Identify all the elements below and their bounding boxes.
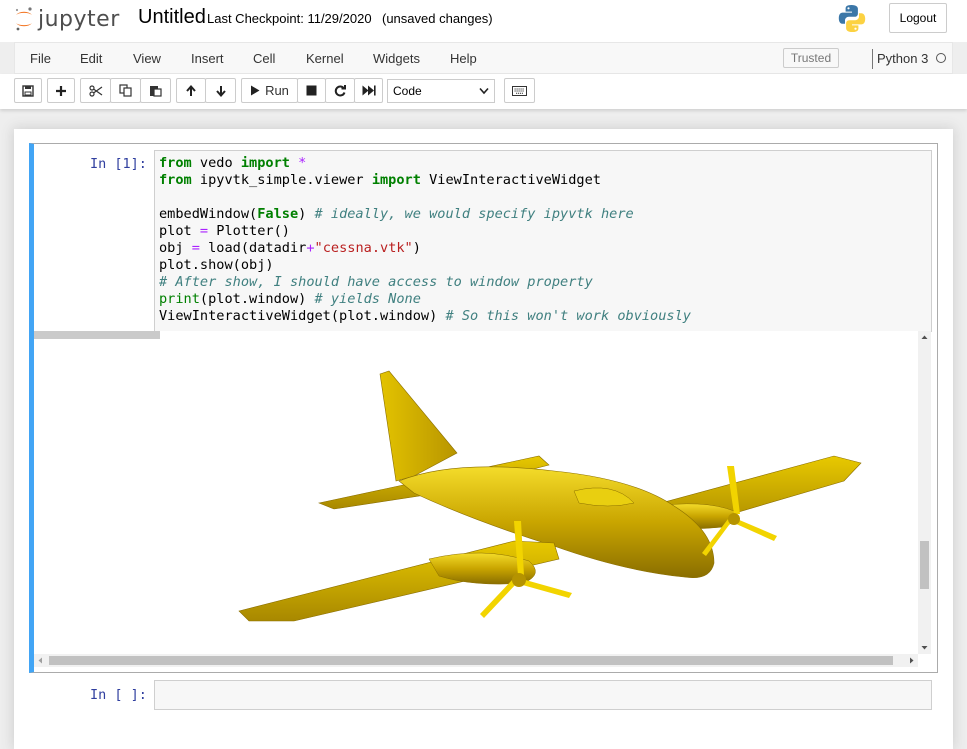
paste-button[interactable] <box>140 78 171 103</box>
insert-cell-button[interactable] <box>47 78 75 103</box>
vertical-scroll-thumb[interactable] <box>920 541 929 589</box>
run-label: Run <box>265 83 289 98</box>
plus-icon <box>56 85 66 96</box>
keyboard-icon <box>512 85 527 96</box>
checkpoint-status: Last Checkpoint: 11/29/2020 <box>207 11 372 26</box>
toolbar: Run Code <box>0 74 967 109</box>
menu-cell[interactable]: Cell <box>253 51 275 66</box>
cut-icon <box>88 84 102 97</box>
menu-kernel[interactable]: Kernel <box>306 51 344 66</box>
code-line-1: from vedo import * <box>159 155 307 171</box>
code-line-2: from ipyvtk_simple.viewer import ViewInt… <box>159 172 601 188</box>
scroll-up-icon[interactable] <box>918 331 931 344</box>
code-line-10: ViewInteractiveWidget(plot.window) # So … <box>159 308 691 324</box>
command-palette-button[interactable] <box>504 78 535 103</box>
output-area[interactable] <box>34 331 919 654</box>
scroll-right-icon[interactable] <box>905 654 918 667</box>
horizontal-scroll-thumb[interactable] <box>49 656 893 665</box>
cut-button[interactable] <box>80 78 111 103</box>
logo-text: jupyter <box>38 6 120 32</box>
menu-view[interactable]: View <box>133 51 161 66</box>
menu-file[interactable]: File <box>30 51 51 66</box>
interrupt-button[interactable] <box>297 78 326 103</box>
run-icon <box>251 85 260 96</box>
code-text[interactable]: from vedo import * from ipyvtk_simple.vi… <box>159 155 691 325</box>
cell-type-value: Code <box>393 84 422 98</box>
output-horizontal-scrollbar[interactable] <box>34 654 918 667</box>
unsaved-status: (unsaved changes) <box>382 11 493 26</box>
code-line-9: print(plot.window) # yields None <box>159 291 421 307</box>
header: jupyter Untitled Last Checkpoint: 11/29/… <box>0 0 967 42</box>
cell-type-select[interactable]: Code <box>387 79 495 103</box>
save-icon <box>22 84 34 97</box>
arrow-up-icon <box>186 84 196 96</box>
code-line-7: plot.show(obj) <box>159 257 274 273</box>
kernel-idle-icon <box>936 53 946 63</box>
save-button[interactable] <box>14 78 42 103</box>
menu-edit[interactable]: Edit <box>80 51 102 66</box>
restart-run-all-button[interactable] <box>354 78 383 103</box>
code-line-6: obj = load(datadir+"cessna.vtk") <box>159 240 421 256</box>
menu-insert[interactable]: Insert <box>191 51 224 66</box>
move-down-button[interactable] <box>205 78 236 103</box>
copy-icon <box>119 84 132 97</box>
move-up-button[interactable] <box>176 78 206 103</box>
stop-icon <box>306 85 317 96</box>
input-prompt: In [1]: <box>90 156 147 172</box>
paste-icon <box>150 86 162 97</box>
copy-button[interactable] <box>110 78 141 103</box>
kernel-name[interactable]: Python 3 <box>877 51 928 66</box>
scroll-left-icon[interactable] <box>34 654 47 667</box>
kernel-separator <box>872 49 873 69</box>
code-line-8: # After show, I should have access to wi… <box>159 274 593 290</box>
menu-help[interactable]: Help <box>450 51 477 66</box>
restart-icon <box>334 84 346 96</box>
input-prompt-empty: In [ ]: <box>90 687 147 703</box>
fast-forward-icon <box>362 85 376 96</box>
cessna-airplane-render <box>34 331 862 622</box>
run-button[interactable]: Run <box>241 78 298 103</box>
notebook-title[interactable]: Untitled <box>138 6 206 29</box>
code-line-4: embedWindow(False) # ideally, we would s… <box>159 206 634 222</box>
code-line-5: plot = Plotter() <box>159 223 290 239</box>
chevron-down-icon <box>479 87 489 95</box>
output-vertical-scrollbar[interactable] <box>918 331 931 654</box>
arrow-down-icon <box>215 85 226 97</box>
python-logo-icon <box>838 4 866 36</box>
jupyter-logo[interactable]: jupyter <box>14 5 120 33</box>
menubar: File Edit View Insert Cell Kernel Widget… <box>14 42 953 74</box>
logout-button[interactable]: Logout <box>889 3 947 33</box>
scroll-down-icon[interactable] <box>918 641 931 654</box>
menu-widgets[interactable]: Widgets <box>373 51 420 66</box>
restart-button[interactable] <box>325 78 355 103</box>
trusted-indicator[interactable]: Trusted <box>783 48 839 68</box>
empty-code-editor[interactable] <box>154 680 932 710</box>
jupyter-logo-icon <box>15 7 32 31</box>
